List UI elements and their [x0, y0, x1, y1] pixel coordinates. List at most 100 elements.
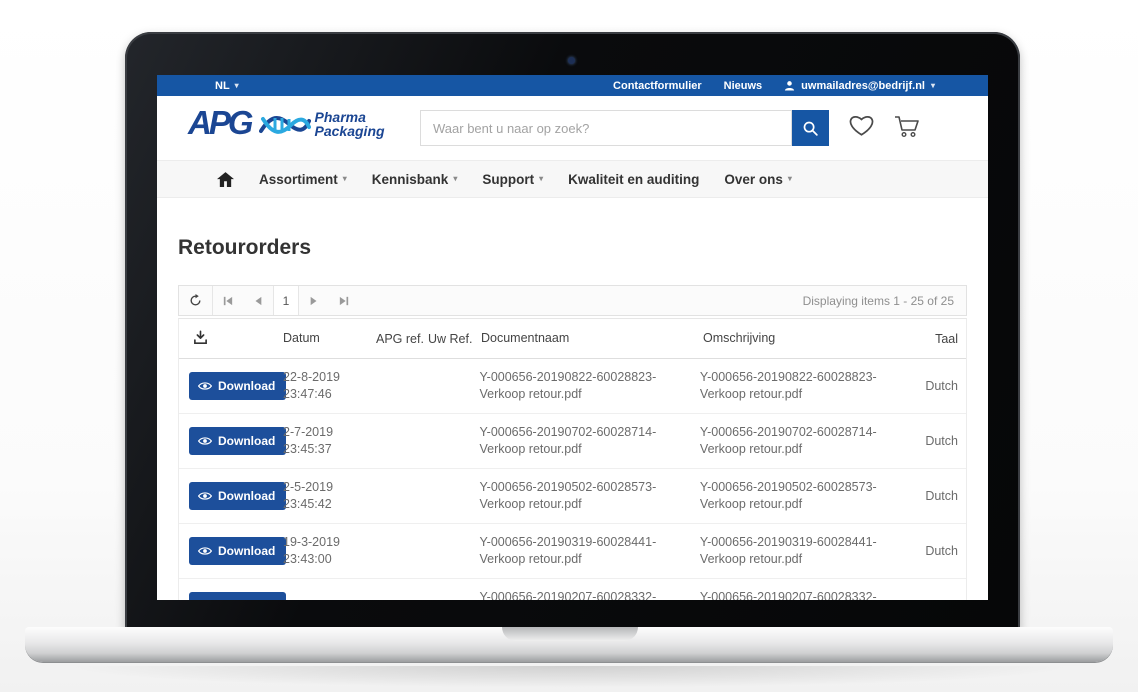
- next-page-button[interactable]: [299, 286, 329, 315]
- table-row: Download 7-2-2019 Y-000656-20190207-6002…: [179, 579, 966, 600]
- cell-omschrijving: Y-000656-20190207-60028332-Verkoop retou…: [700, 589, 925, 600]
- chevron-down-icon: ▾: [931, 82, 935, 90]
- chevron-down-icon: ▾: [235, 82, 239, 90]
- nav-item-over-ons[interactable]: Over ons ▾: [724, 172, 792, 187]
- col-header-apg-ref: APG ref.: [376, 332, 428, 346]
- first-page-icon: [223, 296, 233, 306]
- cell-datum: 7-2-2019: [283, 598, 375, 601]
- table-row: Download 22-8-2019 23:47:46 Y-000656-201…: [179, 359, 966, 414]
- nav-item-kennisbank[interactable]: Kennisbank ▾: [372, 172, 458, 187]
- page-title: Retourorders: [178, 198, 967, 260]
- search-box: [420, 110, 792, 146]
- table-header-row: Datum APG ref. Uw Ref. Documentnaam Omsc…: [179, 319, 966, 359]
- refresh-icon: [189, 294, 202, 307]
- page-content: Retourorders 1: [157, 198, 988, 600]
- site-logo[interactable]: APG Pharma Packaging: [188, 105, 385, 139]
- wishlist-button[interactable]: [848, 114, 875, 141]
- search-input[interactable]: [421, 111, 791, 145]
- browser-viewport: NL ▾ Contactformulier Nieuws uwmailadres…: [157, 75, 988, 600]
- topbar-link-contactformulier[interactable]: Contactformulier: [613, 80, 702, 92]
- download-button[interactable]: Download: [189, 482, 286, 510]
- laptop-base-notch: [502, 627, 638, 641]
- chevron-down-icon: ▾: [539, 175, 543, 183]
- cell-taal: Dutch: [925, 434, 966, 448]
- eye-icon: [198, 381, 212, 391]
- main-nav: Assortiment ▾ Kennisbank ▾ Support ▾ Kwa…: [157, 160, 988, 198]
- chevron-down-icon: ▾: [343, 175, 347, 183]
- search-icon: [802, 120, 819, 137]
- download-button-label: Download: [218, 379, 275, 393]
- nav-item-assortiment[interactable]: Assortiment ▾: [259, 172, 347, 187]
- cell-omschrijving: Y-000656-20190702-60028714-Verkoop retou…: [700, 424, 925, 458]
- download-button-label: Download: [218, 489, 275, 503]
- table-row: Download 2-7-2019 23:45:37 Y-000656-2019…: [179, 414, 966, 469]
- col-header-datum: Datum: [283, 330, 376, 347]
- laptop-reflection: [60, 666, 1078, 688]
- cell-omschrijving: Y-000656-20190502-60028573-Verkoop retou…: [700, 479, 925, 513]
- pager-toolbar: 1 Displaying items 1 - 25 of 25: [178, 285, 967, 316]
- first-page-button[interactable]: [213, 286, 243, 315]
- prev-page-button[interactable]: [243, 286, 273, 315]
- cell-datum: 22-8-2019 23:47:46: [283, 369, 375, 403]
- account-menu[interactable]: uwmailadres@bedrijf.nl ▾: [784, 80, 935, 92]
- cell-documentnaam: Y-000656-20190822-60028823-Verkoop retou…: [479, 369, 699, 403]
- download-column-icon: [193, 330, 208, 345]
- cell-documentnaam: Y-000656-20190319-60028441-Verkoop retou…: [479, 534, 699, 568]
- cell-taal: Dutch: [925, 599, 966, 600]
- last-page-icon: [339, 296, 349, 306]
- download-button-label: Download: [218, 544, 275, 558]
- download-button[interactable]: Download: [189, 372, 286, 400]
- account-email: uwmailadres@bedrijf.nl: [801, 80, 925, 92]
- download-button[interactable]: Download: [189, 427, 286, 455]
- last-page-button[interactable]: [329, 286, 359, 315]
- eye-icon: [198, 491, 212, 501]
- cell-documentnaam: Y-000656-20190207-60028332-Verkoop retou…: [479, 589, 699, 600]
- top-utility-bar: NL ▾ Contactformulier Nieuws uwmailadres…: [157, 75, 988, 96]
- user-icon: [784, 80, 795, 91]
- next-page-icon: [310, 296, 318, 306]
- cell-omschrijving: Y-000656-20190822-60028823-Verkoop retou…: [700, 369, 925, 403]
- cell-datum: 2-7-2019 23:45:37: [283, 424, 375, 458]
- table-row: Download 2-5-2019 23:45:42 Y-000656-2019…: [179, 469, 966, 524]
- retourorders-table: Datum APG ref. Uw Ref. Documentnaam Omsc…: [178, 318, 967, 600]
- site-header: APG Pharma Packaging: [157, 96, 988, 160]
- heart-icon: [848, 114, 875, 138]
- cell-documentnaam: Y-000656-20190502-60028573-Verkoop retou…: [479, 479, 699, 513]
- language-label: NL: [215, 80, 230, 92]
- nav-item-kwaliteit-en-auditing[interactable]: Kwaliteit en auditing: [568, 172, 699, 187]
- col-header-uw-ref: Uw Ref.: [428, 332, 481, 346]
- refresh-button[interactable]: [179, 286, 213, 315]
- webcam-dot: [568, 57, 575, 64]
- cell-taal: Dutch: [925, 489, 966, 503]
- eye-icon: [198, 546, 212, 556]
- eye-icon: [198, 436, 212, 446]
- table-row: Download 19-3-2019 23:43:00 Y-000656-201…: [179, 524, 966, 579]
- table-body: Download 22-8-2019 23:47:46 Y-000656-201…: [179, 359, 966, 600]
- logo-brand-text: APG: [188, 106, 251, 139]
- chevron-down-icon: ▾: [788, 175, 792, 183]
- language-selector[interactable]: NL ▾: [215, 80, 239, 92]
- cell-taal: Dutch: [925, 544, 966, 558]
- download-button[interactable]: Download: [189, 592, 286, 600]
- nav-home-button[interactable]: [217, 172, 234, 187]
- download-button[interactable]: Download: [189, 537, 286, 565]
- prev-page-icon: [254, 296, 262, 306]
- cell-documentnaam: Y-000656-20190702-60028714-Verkoop retou…: [479, 424, 699, 458]
- cell-taal: Dutch: [925, 379, 966, 393]
- chevron-down-icon: ▾: [453, 175, 457, 183]
- cell-omschrijving: Y-000656-20190319-60028441-Verkoop retou…: [700, 534, 925, 568]
- current-page-indicator: 1: [273, 286, 299, 315]
- search-button[interactable]: [792, 110, 829, 146]
- logo-tagline: Pharma Packaging: [315, 110, 385, 138]
- pager-status: Displaying items 1 - 25 of 25: [803, 286, 966, 315]
- cart-icon: [893, 114, 921, 139]
- home-icon: [217, 172, 234, 187]
- col-header-documentnaam: Documentnaam: [481, 330, 703, 347]
- cell-datum: 2-5-2019 23:45:42: [283, 479, 375, 513]
- cell-datum: 19-3-2019 23:43:00: [283, 534, 375, 568]
- col-header-omschrijving: Omschrijving: [703, 330, 930, 347]
- cart-button[interactable]: [893, 114, 921, 142]
- nav-item-support[interactable]: Support ▾: [482, 172, 543, 187]
- download-button-label: Download: [218, 599, 275, 600]
- topbar-link-nieuws[interactable]: Nieuws: [724, 80, 763, 92]
